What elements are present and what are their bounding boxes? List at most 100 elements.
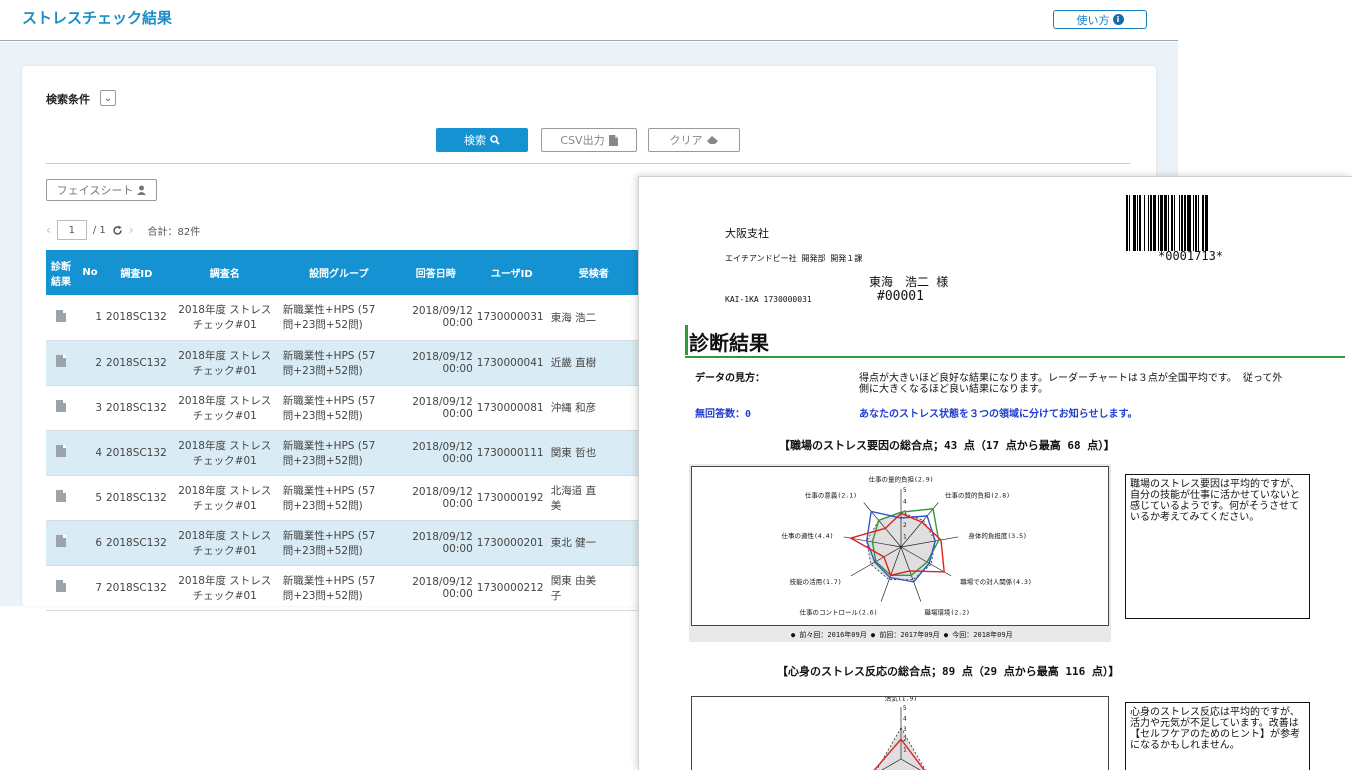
examinee-line1: 東海 浩二 — [550, 311, 597, 324]
group-line2: 問+23問+52問) — [282, 319, 363, 332]
cell-result[interactable] — [46, 295, 76, 341]
search-button-label: 検索 — [464, 134, 486, 147]
cell-question-group: 新職業性+HPS (57 問+23問+52問) — [280, 340, 397, 386]
results-table: 診断 結果 No 調査ID 調査名 設問グループ 回答日時 ユーザID 受検者 1… — [46, 250, 639, 611]
cell-survey-id: 2018SC132 — [104, 340, 169, 386]
cell-result[interactable] — [46, 475, 76, 521]
search-button[interactable]: 検索 — [436, 128, 528, 152]
radar-axis-label: 仕事のコントロール(2.6) — [800, 607, 878, 616]
report-code: KAI-1KA 1730000031 — [725, 295, 812, 304]
chevron-down-icon: ⌄ — [103, 92, 113, 104]
cell-survey-name: 2018年度 ストレス チェック#01 — [168, 295, 281, 341]
prev-page-icon[interactable]: ‹ — [46, 223, 51, 237]
cell-examinee: 関東 由美子 — [548, 565, 639, 611]
cell-survey-id: 2018SC132 — [104, 475, 169, 521]
col-header-question-group: 設問グループ — [280, 250, 397, 295]
no-answer-count: 無回答数：0 — [695, 409, 752, 420]
date-line1: 2018/09/12 — [412, 440, 473, 453]
survey-name-line1: 2018年度 ストレス — [178, 529, 272, 542]
next-page-icon[interactable]: › — [129, 223, 134, 237]
examinee-line1: 北海道 直 — [550, 484, 597, 497]
table-row[interactable]: 2 2018SC132 2018年度 ストレス チェック#01 新職業性+HPS (57… — [46, 340, 639, 386]
cell-result[interactable] — [46, 520, 76, 566]
refresh-icon[interactable] — [112, 225, 123, 236]
pdf-icon[interactable] — [56, 490, 66, 502]
survey-name-line2: チェック#01 — [192, 499, 257, 512]
cell-examinee: 関東 哲也 — [548, 430, 639, 476]
cell-examinee: 東北 健一 — [548, 520, 639, 566]
cell-survey-name: 2018年度 ストレス チェック#01 — [168, 340, 281, 386]
pdf-icon[interactable] — [56, 445, 66, 457]
report-branch: 大阪支社 — [725, 227, 769, 240]
table-row[interactable]: 7 2018SC132 2018年度 ストレス チェック#01 新職業性+HPS (57… — [46, 565, 639, 611]
heading-bar — [685, 325, 688, 355]
table-row[interactable]: 1 2018SC132 2018年度 ストレス チェック#01 新職業性+HPS (57… — [46, 295, 639, 341]
user-icon — [137, 185, 147, 195]
cell-result[interactable] — [46, 340, 76, 386]
cell-result[interactable] — [46, 385, 76, 431]
group-line2: 問+23問+52問) — [282, 589, 363, 602]
file-icon — [608, 134, 618, 146]
cell-survey-id: 2018SC132 — [104, 295, 169, 341]
cell-result[interactable] — [46, 430, 76, 476]
info-icon: i — [1112, 14, 1124, 25]
table-row[interactable]: 6 2018SC132 2018年度 ストレス チェック#01 新職業性+HPS (57… — [46, 520, 639, 566]
survey-name-line1: 2018年度 ストレス — [178, 574, 272, 587]
date-line1: 2018/09/12 — [412, 575, 473, 588]
survey-name-line1: 2018年度 ストレス — [178, 484, 272, 497]
facesheet-button[interactable]: フェイスシート — [46, 179, 157, 201]
group-line2: 問+23問+52問) — [282, 454, 363, 467]
pagination: ‹ 1 / 1 › 合計：82件 — [46, 220, 200, 240]
cell-user-id: 1730000192 — [474, 475, 549, 521]
chart2-frame: 活気(1.9)イライラ感(2.9)身体愁訴(3.8)12345 — [691, 694, 1109, 770]
cell-examinee: 北海道 直美 — [548, 475, 639, 521]
table-row[interactable]: 5 2018SC132 2018年度 ストレス チェック#01 新職業性+HPS (57… — [46, 475, 639, 521]
pdf-icon[interactable] — [56, 355, 66, 367]
cell-examinee: 東海 浩二 — [548, 295, 639, 341]
col-header-survey-name: 調査名 — [168, 250, 281, 295]
group-line1: 新職業性+HPS (57 — [282, 529, 376, 542]
cell-no: 6 — [76, 520, 104, 566]
csv-export-button[interactable]: CSV出力 — [541, 128, 637, 152]
cell-answer-date: 2018/09/12 00:00 — [396, 475, 475, 521]
date-line2: 00:00 — [442, 542, 473, 555]
cell-question-group: 新職業性+HPS (57 問+23問+52問) — [280, 430, 397, 476]
radar-axis-label: 仕事の意義(2.1) — [805, 491, 857, 500]
table-row[interactable]: 3 2018SC132 2018年度 ストレス チェック#01 新職業性+HPS (57… — [46, 385, 639, 431]
radar-axis-label: 仕事の質的負担(2.8) — [945, 491, 1010, 500]
examinee-line1: 東北 健一 — [550, 537, 597, 549]
facesheet-label: フェイスシート — [56, 184, 134, 197]
survey-name-line1: 2018年度 ストレス — [178, 439, 272, 452]
pdf-icon[interactable] — [56, 535, 66, 547]
cell-question-group: 新職業性+HPS (57 問+23問+52問) — [280, 520, 397, 566]
cell-answer-date: 2018/09/12 00:00 — [396, 340, 475, 386]
page-number-input[interactable]: 1 — [56, 220, 87, 240]
conditions-toggle[interactable]: ⌄ — [100, 90, 116, 106]
clear-button[interactable]: クリア — [648, 128, 740, 152]
examinee-line1: 関東 哲也 — [550, 447, 597, 459]
cell-result[interactable] — [46, 565, 76, 611]
table-row[interactable]: 4 2018SC132 2018年度 ストレス チェック#01 新職業性+HPS (57… — [46, 430, 639, 476]
radar-tick-label: 3 — [903, 726, 907, 733]
cell-survey-id: 2018SC132 — [104, 520, 169, 566]
cell-answer-date: 2018/09/12 00:00 — [396, 430, 475, 476]
cell-no: 5 — [76, 475, 104, 521]
report-number: #00001 — [877, 289, 924, 304]
date-line1: 2018/09/12 — [412, 530, 473, 543]
pdf-icon[interactable] — [56, 580, 66, 592]
help-button[interactable]: 使い方 i — [1053, 10, 1147, 29]
date-line1: 2018/09/12 — [412, 350, 473, 363]
howto-label: データの見方： — [695, 373, 765, 384]
cell-survey-name: 2018年度 ストレス チェック#01 — [168, 475, 281, 521]
pdf-icon[interactable] — [56, 400, 66, 412]
date-line1: 2018/09/12 — [412, 305, 473, 318]
pdf-icon[interactable] — [56, 309, 66, 322]
radar-tick-label: 1 — [903, 747, 907, 754]
radar-axis-label: 技能の活用(1.7) — [790, 577, 842, 586]
survey-name-line2: チェック#01 — [192, 454, 257, 467]
cell-no: 3 — [76, 385, 104, 431]
date-line2: 00:00 — [442, 587, 473, 600]
section1-note: 職場のストレス要因は平均的ですが、 自分の技能が仕事に活かせていないと 感じてい… — [1125, 474, 1310, 619]
cell-survey-name: 2018年度 ストレス チェック#01 — [168, 385, 281, 431]
radar-axis-label: 活気(1.9) — [885, 697, 918, 703]
